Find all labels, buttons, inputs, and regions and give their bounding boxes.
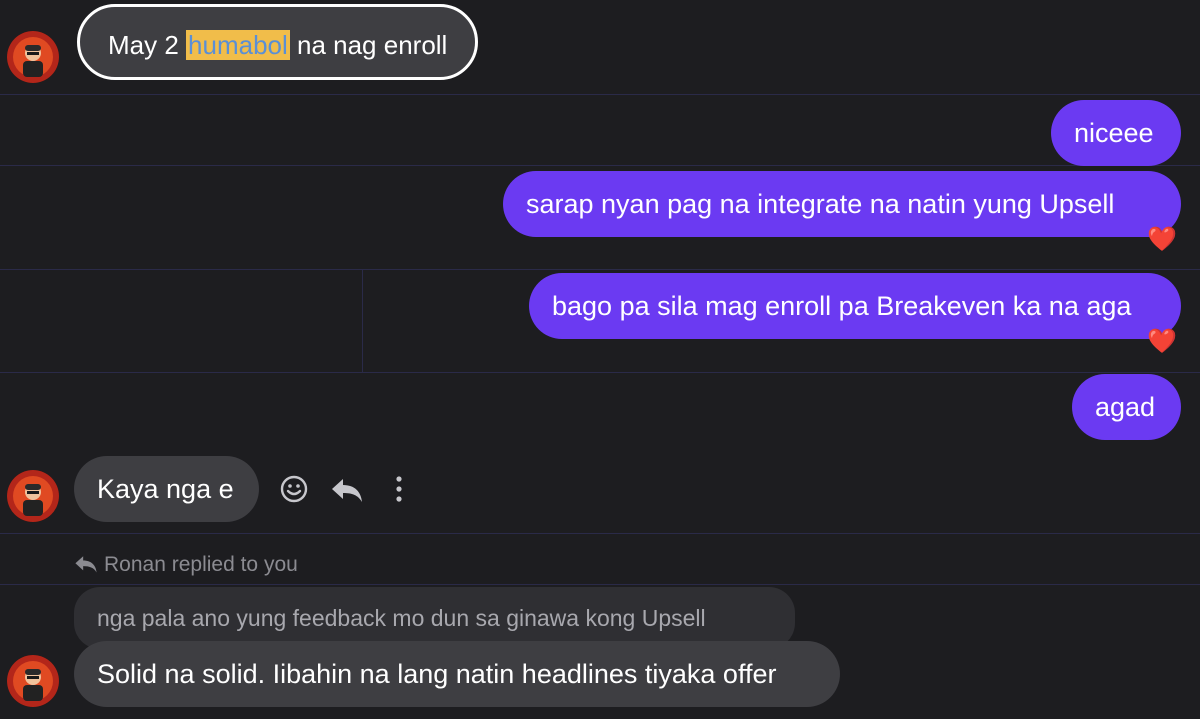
message-text: May 2 xyxy=(108,30,187,60)
message-bubble-outgoing[interactable]: agad xyxy=(1072,374,1181,440)
message-bubble-outgoing[interactable]: sarap nyan pag na integrate na natin yun… xyxy=(503,171,1181,237)
divider xyxy=(0,584,1200,585)
message-text: sarap nyan pag na integrate na natin yun… xyxy=(526,189,1115,219)
message-text: na nag enroll xyxy=(289,30,448,60)
divider xyxy=(0,533,1200,534)
message-bubble-outgoing[interactable]: bago pa sila mag enroll pa Breakeven ka … xyxy=(529,273,1181,339)
avatar[interactable] xyxy=(7,470,59,522)
message-bubble-incoming-selected[interactable]: May 2 humabol na nag enroll xyxy=(77,4,479,80)
message-bubble-outgoing[interactable]: niceee xyxy=(1051,100,1181,166)
message-text: niceee xyxy=(1074,118,1154,148)
avatar-image xyxy=(7,470,59,522)
quoted-text: nga pala ano yung feedback mo dun sa gin… xyxy=(97,605,706,631)
reply-arrow-icon[interactable] xyxy=(330,476,364,509)
avatar-image xyxy=(7,655,59,707)
message-bubble-incoming[interactable]: Kaya nga e xyxy=(74,456,259,522)
message-bubble-incoming[interactable]: Solid na solid. Iibahin na lang natin he… xyxy=(74,641,840,707)
avatar[interactable] xyxy=(7,655,59,707)
avatar-image xyxy=(7,31,59,83)
divider xyxy=(0,269,1200,270)
quoted-message[interactable]: nga pala ano yung feedback mo dun sa gin… xyxy=(74,587,795,649)
more-vertical-icon[interactable] xyxy=(392,474,406,509)
divider xyxy=(0,94,1200,95)
avatar[interactable] xyxy=(7,31,59,83)
heart-reaction-icon[interactable]: ❤️ xyxy=(1147,227,1177,253)
heart-reaction-icon[interactable]: ❤️ xyxy=(1147,329,1177,355)
reply-label: Ronan replied to you xyxy=(104,553,298,576)
message-text: bago pa sila mag enroll pa Breakeven ka … xyxy=(552,291,1132,321)
divider xyxy=(0,372,1200,373)
divider xyxy=(0,165,1200,166)
divider xyxy=(362,270,363,372)
reply-indicator-icon xyxy=(74,554,98,579)
smiley-icon[interactable] xyxy=(279,474,309,509)
message-text: Solid na solid. Iibahin na lang natin he… xyxy=(97,659,777,689)
message-text: agad xyxy=(1095,392,1156,422)
message-text: Kaya nga e xyxy=(97,474,234,504)
search-highlight: humabol xyxy=(186,30,290,60)
